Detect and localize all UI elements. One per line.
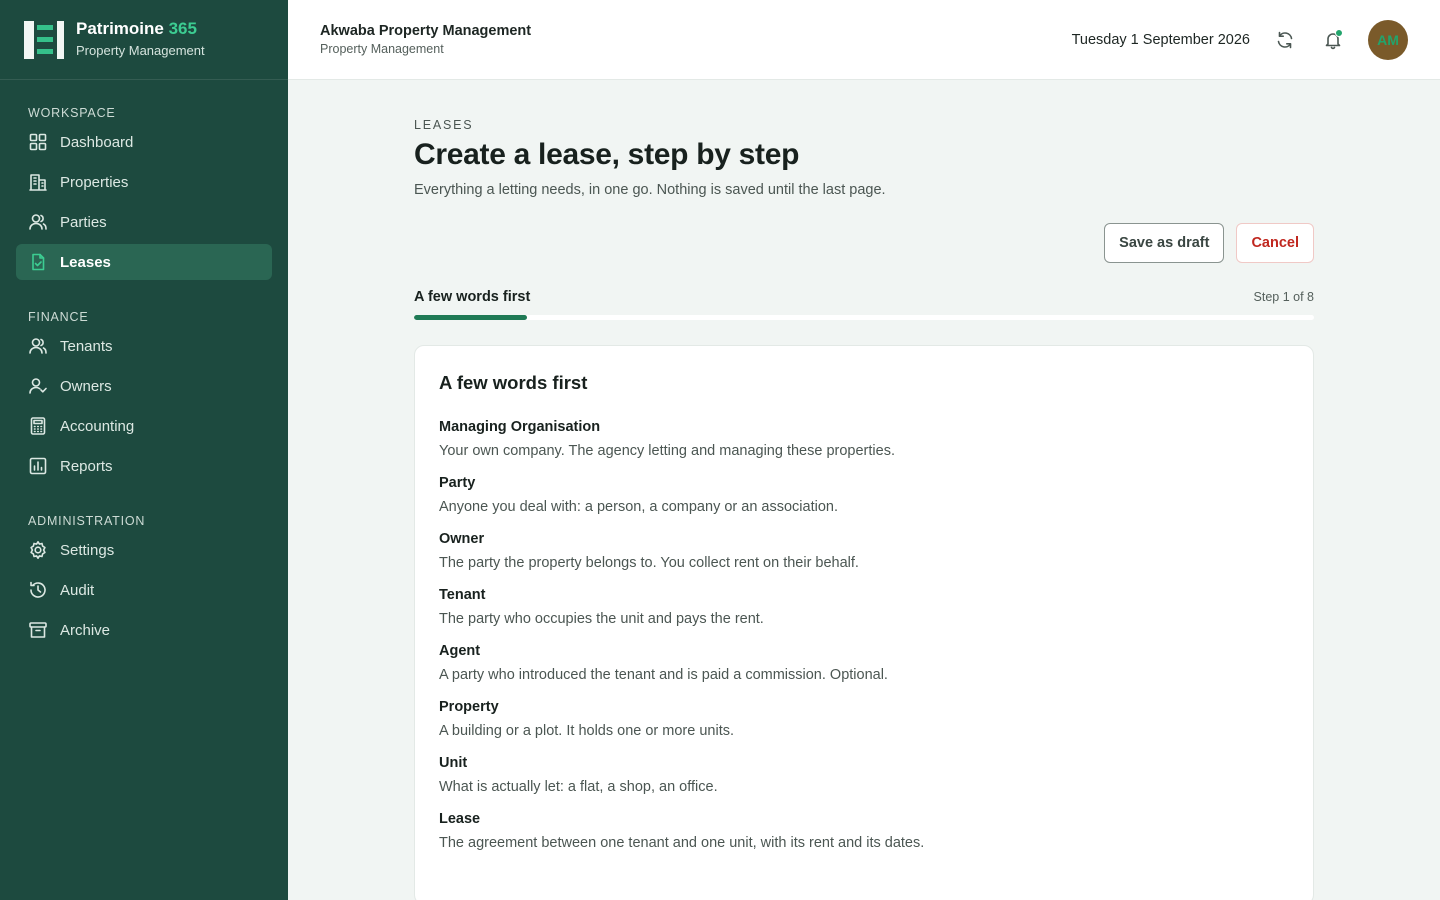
avatar[interactable]: AM bbox=[1368, 19, 1408, 60]
sidebar-item-label: Settings bbox=[60, 541, 115, 559]
term-name: Party bbox=[439, 475, 476, 491]
org-subtitle: Property Management bbox=[320, 42, 444, 56]
refresh-icon bbox=[1277, 31, 1293, 48]
glossary-term: Party Anyone you deal with: a person, a c… bbox=[439, 474, 1289, 517]
term-definition: The party the property belongs to. You c… bbox=[439, 555, 859, 571]
history-icon bbox=[28, 580, 48, 600]
term-definition: A building or a plot. It holds one or mo… bbox=[439, 723, 735, 739]
glossary-term: Unit What is actually let: a flat, a shop… bbox=[439, 754, 1289, 797]
building-icon bbox=[28, 172, 48, 192]
sidebar-item-properties[interactable]: Properties bbox=[16, 164, 272, 200]
breadcrumb: LEASES bbox=[414, 118, 474, 132]
sidebar-item-label: Accounting bbox=[60, 417, 135, 435]
brand-name: Patrimoine 365 bbox=[76, 19, 197, 38]
sidebar-item-label: Owners bbox=[60, 377, 112, 395]
progress-bar bbox=[414, 315, 1314, 320]
main-area: Akwaba Property Management Property Mana… bbox=[288, 0, 1440, 900]
page-subtitle: Everything a letting needs, in one go. N… bbox=[414, 182, 886, 198]
sidebar-item-owners[interactable]: Owners bbox=[16, 368, 272, 404]
sidebar-item-parties[interactable]: Parties bbox=[16, 204, 272, 240]
glossary-term: Lease The agreement between one tenant an… bbox=[439, 810, 1289, 853]
topbar: Akwaba Property Management Property Mana… bbox=[288, 0, 1440, 80]
sidebar-item-audit[interactable]: Audit bbox=[16, 572, 272, 608]
term-name: Lease bbox=[439, 811, 481, 827]
sidebar-item-settings[interactable]: Settings bbox=[16, 532, 272, 568]
page-actions: Save as draft Cancel bbox=[414, 223, 1314, 263]
term-definition: The agreement between one tenant and one… bbox=[439, 835, 925, 851]
notification-dot bbox=[1335, 28, 1343, 37]
page-title: Create a lease, step by step bbox=[414, 138, 800, 171]
notifications-button[interactable] bbox=[1320, 27, 1346, 53]
nav-heading: WORKSPACE bbox=[28, 106, 116, 120]
sidebar-item-label: Properties bbox=[60, 173, 129, 191]
sidebar-item-dashboard[interactable]: Dashboard bbox=[16, 124, 272, 160]
nav-heading: FINANCE bbox=[28, 310, 89, 324]
sidebar-item-label: Tenants bbox=[60, 337, 113, 355]
glossary-term: Managing Organisation Your own company. T… bbox=[439, 418, 1289, 461]
refresh-button[interactable] bbox=[1272, 27, 1298, 53]
org-name: Akwaba Property Management bbox=[320, 23, 532, 39]
step-count: Step 1 of 8 bbox=[1253, 290, 1314, 304]
sidebar-item-label: Audit bbox=[60, 581, 95, 599]
term-definition: What is actually let: a flat, a shop, an… bbox=[439, 779, 718, 795]
document-check-icon bbox=[28, 252, 48, 272]
term-definition: A party who introduced the tenant and is… bbox=[439, 667, 888, 683]
dashboard-icon bbox=[28, 132, 48, 152]
sidebar-item-leases[interactable]: Leases bbox=[16, 244, 272, 280]
brand[interactable]: Patrimoine 365 Property Management bbox=[0, 0, 288, 80]
bar-chart-icon bbox=[28, 456, 48, 476]
glossary-term: Property A building or a plot. It holds o… bbox=[439, 698, 1289, 741]
sidebar: Patrimoine 365 Property Management WORKS… bbox=[0, 0, 288, 900]
term-name: Managing Organisation bbox=[439, 419, 601, 435]
term-definition: The party who occupies the unit and pays… bbox=[439, 611, 764, 627]
nav-section-administration: ADMINISTRATION Settings Audit Archive bbox=[0, 510, 288, 648]
nav-heading: ADMINISTRATION bbox=[28, 514, 146, 528]
save-draft-button[interactable]: Save as draft bbox=[1104, 223, 1225, 263]
glossary-list: Managing Organisation Your own company. T… bbox=[439, 418, 1289, 853]
sidebar-item-archive[interactable]: Archive bbox=[16, 612, 272, 648]
glossary-term: Owner The party the property belongs to. … bbox=[439, 530, 1289, 573]
sidebar-item-label: Reports bbox=[60, 457, 113, 475]
cancel-button[interactable]: Cancel bbox=[1236, 223, 1314, 263]
nav-section-workspace: WORKSPACE Dashboard Properties Parties L… bbox=[0, 102, 288, 280]
brand-subtitle: Property Management bbox=[76, 43, 205, 58]
glossary-term: Agent A party who introduced the tenant a… bbox=[439, 642, 1289, 685]
nav-section-finance: FINANCE Tenants Owners Accounting Report… bbox=[0, 306, 288, 484]
term-definition: Your own company. The agency letting and… bbox=[439, 443, 895, 459]
sidebar-item-reports[interactable]: Reports bbox=[16, 448, 272, 484]
sidebar-item-accounting[interactable]: Accounting bbox=[16, 408, 272, 444]
card-title: A few words first bbox=[439, 372, 588, 393]
term-name: Owner bbox=[439, 531, 485, 547]
term-name: Agent bbox=[439, 643, 481, 659]
step-header: A few words first Step 1 of 8 bbox=[414, 289, 1314, 305]
term-name: Property bbox=[439, 699, 499, 715]
user-check-icon bbox=[28, 376, 48, 396]
sidebar-item-tenants[interactable]: Tenants bbox=[16, 328, 272, 364]
sidebar-item-label: Dashboard bbox=[60, 133, 134, 151]
term-name: Unit bbox=[439, 755, 468, 771]
term-definition: Anyone you deal with: a person, a compan… bbox=[439, 499, 838, 515]
progress-fill bbox=[414, 315, 527, 320]
step-title: A few words first bbox=[414, 289, 531, 305]
sidebar-item-label: Archive bbox=[60, 621, 111, 639]
calculator-icon bbox=[28, 416, 48, 436]
page-content: LEASES Create a lease, step by step Ever… bbox=[288, 80, 1440, 900]
glossary-card: A few words first Managing Organisation Y… bbox=[414, 345, 1314, 900]
glossary-term: Tenant The party who occupies the unit an… bbox=[439, 586, 1289, 629]
users-icon bbox=[28, 336, 48, 356]
app-shell: Patrimoine 365 Property Management WORKS… bbox=[0, 0, 1440, 900]
brand-logo-icon bbox=[24, 20, 64, 59]
sidebar-item-label: Leases bbox=[60, 253, 111, 271]
users-icon bbox=[28, 212, 48, 232]
gear-icon bbox=[28, 540, 48, 560]
current-date: Tuesday 1 September 2026 bbox=[1071, 31, 1250, 48]
sidebar-item-label: Parties bbox=[60, 213, 107, 231]
archive-icon bbox=[28, 620, 48, 640]
term-name: Tenant bbox=[439, 587, 486, 603]
